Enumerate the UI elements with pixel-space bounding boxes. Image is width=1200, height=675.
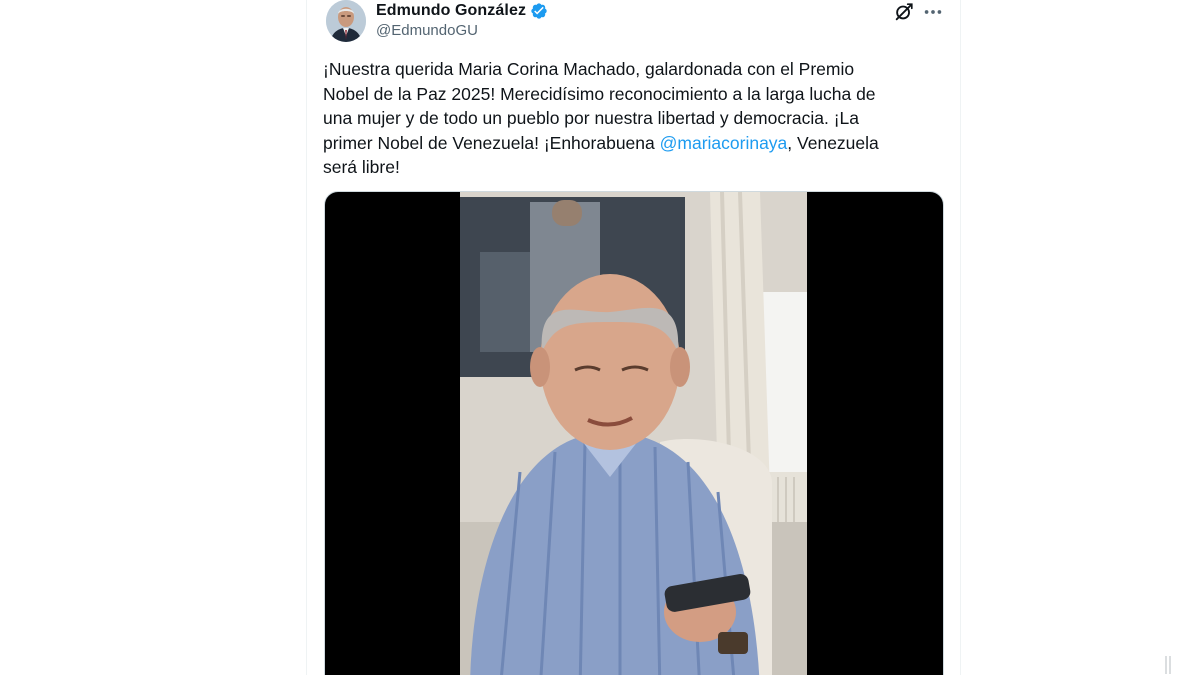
tweet-text-line: será libre! (323, 157, 400, 177)
timeline-border-right (960, 0, 961, 675)
tweet-text-line: Nobel de la Paz 2025! Merecidísimo recon… (323, 83, 876, 104)
author-handle[interactable]: @EdmundoGU (376, 22, 478, 39)
mention-link[interactable]: @mariacorinaya (660, 133, 788, 153)
author-display-name[interactable]: Edmundo González (376, 2, 526, 20)
tweet-text-line: primer Nobel de Venezuela! ¡Enhorabuena … (323, 131, 933, 156)
more-options-icon[interactable] (922, 1, 944, 23)
verified-badge-icon (530, 2, 548, 20)
tweet-text-segment: , Venezuela (787, 132, 879, 153)
video-player[interactable] (324, 191, 944, 675)
page: Edmundo González @EdmundoGU ¡Nuestra que… (0, 0, 1200, 675)
tweet-text-segment: primer Nobel de Venezuela! ¡Enhorabuena (323, 132, 660, 153)
profile-photo-icon (326, 0, 366, 42)
avatar[interactable] (326, 0, 366, 42)
tweet-text: ¡Nuestra querida Maria Corina Machado, g… (323, 57, 933, 180)
video-frame[interactable] (460, 192, 807, 675)
video-frame-icon (460, 192, 807, 675)
tweet-text-line: ¡Nuestra querida Maria Corina Machado, g… (323, 59, 855, 79)
tweet-text-line: una mujer y de todo un pueblo por nuestr… (323, 108, 860, 128)
tweet[interactable]: Edmundo González @EdmundoGU ¡Nuestra que… (307, 0, 960, 675)
author-name-row: Edmundo González (376, 0, 548, 22)
grok-icon[interactable] (893, 1, 915, 23)
corner-mark-icon (1165, 656, 1171, 674)
